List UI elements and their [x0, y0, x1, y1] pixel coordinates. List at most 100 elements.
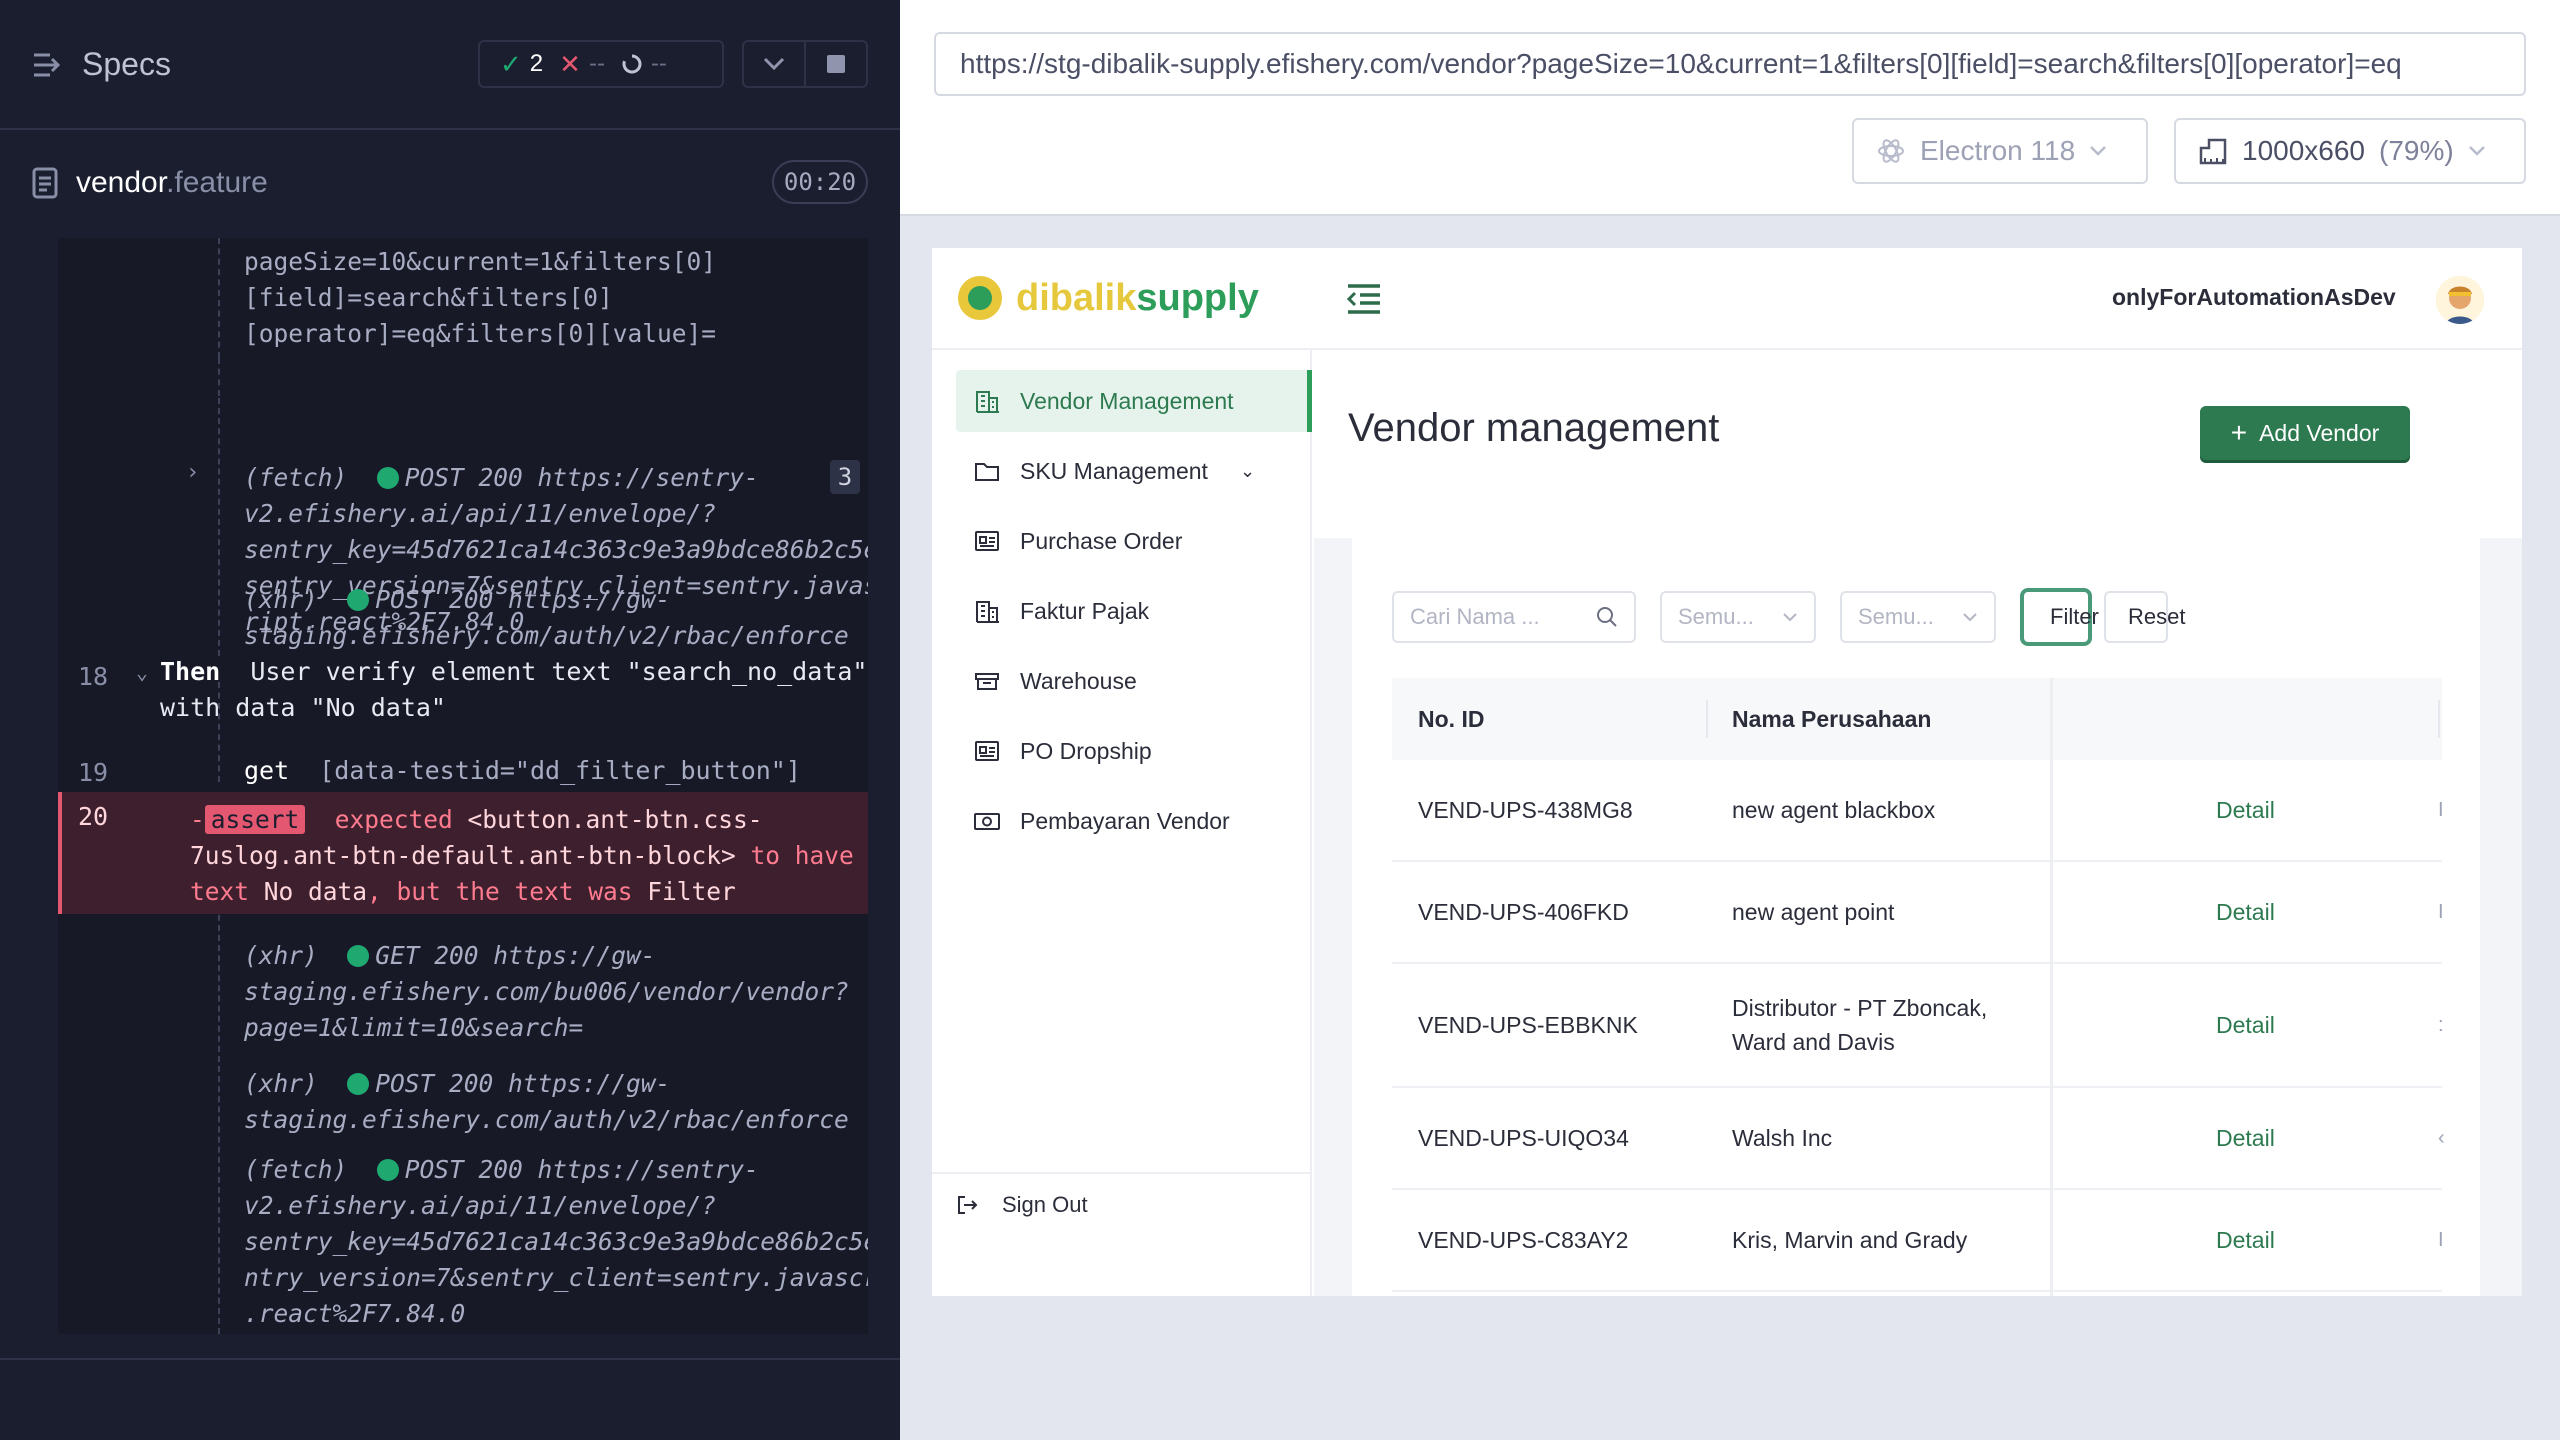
reporter-header: Specs ✓ 2 ✕ -- -- [0, 0, 900, 130]
status-select-2[interactable]: Semu... [1840, 591, 1996, 643]
table-row[interactable]: VEND-UPS-EBBKNK Distributor - PT Zboncak… [1392, 964, 2444, 1088]
status-dot-icon [376, 1159, 399, 1181]
user-avatar-icon [2436, 276, 2484, 324]
table-row[interactable]: VEND-UPS-406FKD new agent point Detail I [1392, 862, 2444, 964]
menu-collapse-button[interactable] [1344, 282, 1384, 316]
nav-label: PO Dropship [1020, 737, 1152, 764]
fetch-log-entry[interactable]: (fetch) POST 200 https://sentry- v2.efis… [244, 1152, 868, 1332]
url-bar[interactable]: https://stg-dibalik-supply.efishery.com/… [934, 32, 2526, 96]
browser-selector[interactable]: Electron 118 [1852, 118, 2148, 184]
select-value: Semu... [1858, 604, 1934, 629]
log-guide [218, 358, 220, 396]
nav-vendor-management[interactable]: Vendor Management [956, 370, 1312, 432]
logo-text-2: supply [1136, 276, 1259, 319]
search-input[interactable]: Cari Nama ... [1392, 591, 1636, 643]
nav-purchase-order[interactable]: Purchase Order [956, 510, 1312, 572]
chevron-down-icon: ⌄ [1239, 460, 1256, 481]
app-under-test: dibaliksupply onlyForAutomationAsDev Ven… [932, 248, 2522, 1296]
stop-button[interactable] [804, 42, 866, 86]
filter-row: Cari Nama ... Semu... Semu... Filter Res… [1392, 588, 2185, 646]
detail-link[interactable]: Detail [2216, 760, 2275, 860]
status-select-1[interactable]: Semu... [1660, 591, 1816, 643]
vendor-table: No. ID Nama Perusahaan VEND-UPS-438MG8 n… [1392, 678, 2445, 1296]
assert-error-block[interactable]: 20 - assert expected <button.ant-btn.css-… [58, 792, 868, 914]
filter-button[interactable]: Filter [2020, 588, 2099, 646]
err-part: , but the text was [367, 877, 648, 906]
table-row[interactable]: VEND-UPS-438MG8 new agent blackbox Detai… [1392, 760, 2444, 862]
cell-overflow: I [2438, 799, 2444, 821]
brand-logo[interactable]: dibaliksupply [958, 276, 1259, 320]
nav-label: Faktur Pajak [1020, 597, 1150, 624]
request-count-badge: 3 [830, 460, 860, 494]
nav-label: Pembayaran Vendor [1020, 807, 1230, 834]
viewport-selector[interactable]: 1000x660 (79%) [2174, 118, 2526, 184]
chevron-down-icon[interactable]: ⌄ [136, 660, 148, 684]
detail-link[interactable]: Detail [2216, 964, 2275, 1086]
command-log[interactable]: pageSize=10&current=1&filters[0] [field]… [58, 238, 868, 1334]
sidebar-divider [932, 1172, 1310, 1174]
cell-id: VEND-UPS-UIQO34 [1418, 1125, 1629, 1151]
xhr-log-entry[interactable]: (xhr) POST 200 https://gw- staging.efish… [244, 1066, 849, 1138]
err-part: Filter [647, 877, 736, 906]
spec-file: vendor.feature [32, 166, 268, 200]
cell-overflow: I [2438, 901, 2444, 923]
sign-out-button[interactable]: Sign Out [956, 1192, 1088, 1218]
main-content: Vendor management + Add Vendor Cari Nama… [1314, 350, 2522, 1296]
status-dot-icon [347, 589, 370, 611]
cell-id: VEND-UPS-406FKD [1418, 899, 1629, 925]
cell-name: Distributor - PT Zboncak, Ward and Davis [1732, 995, 1988, 1055]
nav-pembayaran-vendor[interactable]: Pembayaran Vendor [956, 790, 1312, 852]
nav-warehouse[interactable]: Warehouse [956, 650, 1312, 712]
xhr-log-entry[interactable]: (xhr) POST 200 https://gw- staging.efish… [244, 582, 849, 654]
detail-link[interactable]: Detail [2216, 1190, 2275, 1290]
viewport-zoom: (79%) [2379, 135, 2454, 166]
avatar[interactable] [2436, 276, 2484, 324]
get-selector: [data-testid="dd_filter_button"] [289, 756, 801, 785]
sign-out-label: Sign Out [1002, 1192, 1088, 1217]
reporter-controls [742, 40, 868, 88]
xhr-detail: GET 200 https://gw- staging.efishery.com… [244, 941, 849, 1042]
line-number: 19 [78, 758, 109, 787]
collapse-button[interactable] [744, 42, 804, 86]
username[interactable]: onlyForAutomationAsDev [2112, 284, 2396, 311]
step-text: User verify element text "search_no_data… [160, 657, 868, 722]
specs-toggle[interactable]: Specs [32, 46, 171, 83]
nav-po-dropship[interactable]: PO Dropship [956, 720, 1312, 782]
aut-toolbar: https://stg-dibalik-supply.efishery.com/… [900, 0, 2560, 216]
run-stats: ✓ 2 ✕ -- -- [478, 40, 724, 88]
xhr-kind: (xhr) [244, 585, 318, 614]
add-vendor-button[interactable]: + Add Vendor [2200, 406, 2410, 460]
log-guide [218, 398, 220, 656]
plus-icon: + [2230, 417, 2248, 448]
fetch-kind: (fetch) [244, 1155, 348, 1184]
sidebar: Vendor Management SKU Management ⌄ Purch… [932, 350, 1312, 1296]
app-header: dibaliksupply onlyForAutomationAsDev [932, 248, 2522, 350]
spec-file-name: vendor [76, 166, 167, 199]
nav-sku-management[interactable]: SKU Management ⌄ [956, 440, 1312, 502]
detail-link[interactable]: Detail [2216, 1088, 2275, 1188]
nav-faktur-pajak[interactable]: Faktur Pajak [956, 580, 1312, 642]
id-card-icon [975, 741, 999, 761]
failed-stat: ✕ -- [559, 49, 605, 80]
pending-icon [622, 54, 642, 74]
search-placeholder: Cari Nama ... [1410, 604, 1540, 629]
logo-mark-icon [958, 276, 1002, 320]
detail-link[interactable]: Detail [2216, 862, 2275, 962]
get-command[interactable]: get [data-testid="dd_filter_button"] [244, 756, 801, 785]
table-row[interactable]: VEND-UPS-UIQO34 Walsh Inc Detail ‹ [1392, 1088, 2445, 1190]
spec-file-row[interactable]: vendor.feature [0, 150, 900, 216]
step-then[interactable]: Then User verify element text "search_no… [160, 654, 867, 726]
err-part: No data [263, 877, 368, 906]
cell-overflow: I [2438, 1229, 2444, 1251]
line-number: 18 [78, 662, 109, 691]
status-dot-icon [347, 945, 370, 967]
chevron-down-icon [763, 57, 785, 71]
duration-badge: 00:20 [772, 160, 868, 204]
status-dot-icon [376, 467, 399, 489]
xhr-log-entry[interactable]: (xhr) GET 200 https://gw- staging.efishe… [244, 938, 849, 1046]
page-title: Vendor management [1348, 406, 1720, 450]
chevron-right-icon[interactable]: › [186, 460, 199, 485]
table-row[interactable]: VEND-UPS-C83AY2 Kris, Marvin and Grady D… [1392, 1190, 2444, 1292]
reset-button[interactable]: Reset [2104, 591, 2185, 643]
cell-name: new agent point [1732, 899, 1895, 925]
